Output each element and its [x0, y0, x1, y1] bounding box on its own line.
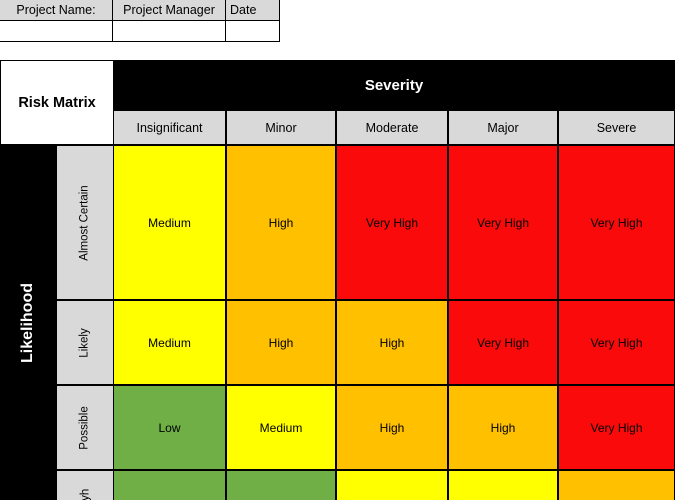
risk-cell: High — [226, 300, 336, 385]
risk-cell: Medium — [336, 470, 448, 500]
project-info-form: Project Name: Project Manager Date — [0, 0, 281, 42]
risk-cell: High — [226, 145, 336, 300]
severity-header-moderate: Moderate — [336, 110, 448, 145]
risk-cell: Very High — [558, 385, 675, 470]
severity-header-minor: Minor — [226, 110, 336, 145]
project-manager-label: Project Manager — [112, 0, 226, 21]
risk-matrix-title: Risk Matrix — [0, 60, 114, 145]
likelihood-header-unlikelyh: Unlikelyh — [56, 470, 114, 500]
risk-cell: Very High — [448, 300, 558, 385]
likelihood-header-label: Unlikelyh — [79, 488, 91, 500]
risk-cell: Low — [113, 470, 226, 500]
project-name-field[interactable] — [0, 20, 113, 42]
severity-header-major: Major — [448, 110, 558, 145]
risk-cell: Very High — [336, 145, 448, 300]
risk-cell: Very High — [558, 145, 675, 300]
severity-header-insignificant: Insignificant — [113, 110, 226, 145]
risk-cell: Low — [113, 385, 226, 470]
likelihood-axis-banner: Likelihood — [0, 145, 56, 500]
severity-axis-banner: Severity — [113, 60, 675, 110]
risk-cell: Medium — [226, 385, 336, 470]
risk-cell: High — [336, 385, 448, 470]
severity-header-severe: Severe — [558, 110, 675, 145]
likelihood-header-likely: Likely — [56, 300, 114, 385]
likelihood-header-almost-certain: Almost Certain — [56, 145, 114, 300]
project-name-label: Project Name: — [0, 0, 113, 21]
likelihood-header-label: Almost Certain — [79, 184, 92, 261]
risk-cell: Very High — [448, 145, 558, 300]
risk-cell: Medium — [448, 470, 558, 500]
likelihood-axis-label: Likelihood — [19, 282, 36, 363]
project-info-value-row — [0, 20, 281, 42]
risk-cell: Very High — [558, 300, 675, 385]
risk-cell: Medium — [113, 300, 226, 385]
risk-cell: High — [558, 470, 675, 500]
date-label: Date — [225, 0, 280, 21]
project-manager-field[interactable] — [112, 20, 226, 42]
risk-cell: Low — [226, 470, 336, 500]
project-info-header-row: Project Name: Project Manager Date — [0, 0, 281, 21]
likelihood-header-label: Likely — [79, 327, 91, 358]
likelihood-header-label: Possible — [79, 405, 91, 450]
risk-cell: Medium — [113, 145, 226, 300]
risk-matrix: Risk Matrix Severity Likelihood Insignif… — [0, 60, 675, 500]
likelihood-header-possible: Possible — [56, 385, 114, 470]
date-field[interactable] — [225, 20, 280, 42]
risk-cell: High — [448, 385, 558, 470]
risk-cell: High — [336, 300, 448, 385]
